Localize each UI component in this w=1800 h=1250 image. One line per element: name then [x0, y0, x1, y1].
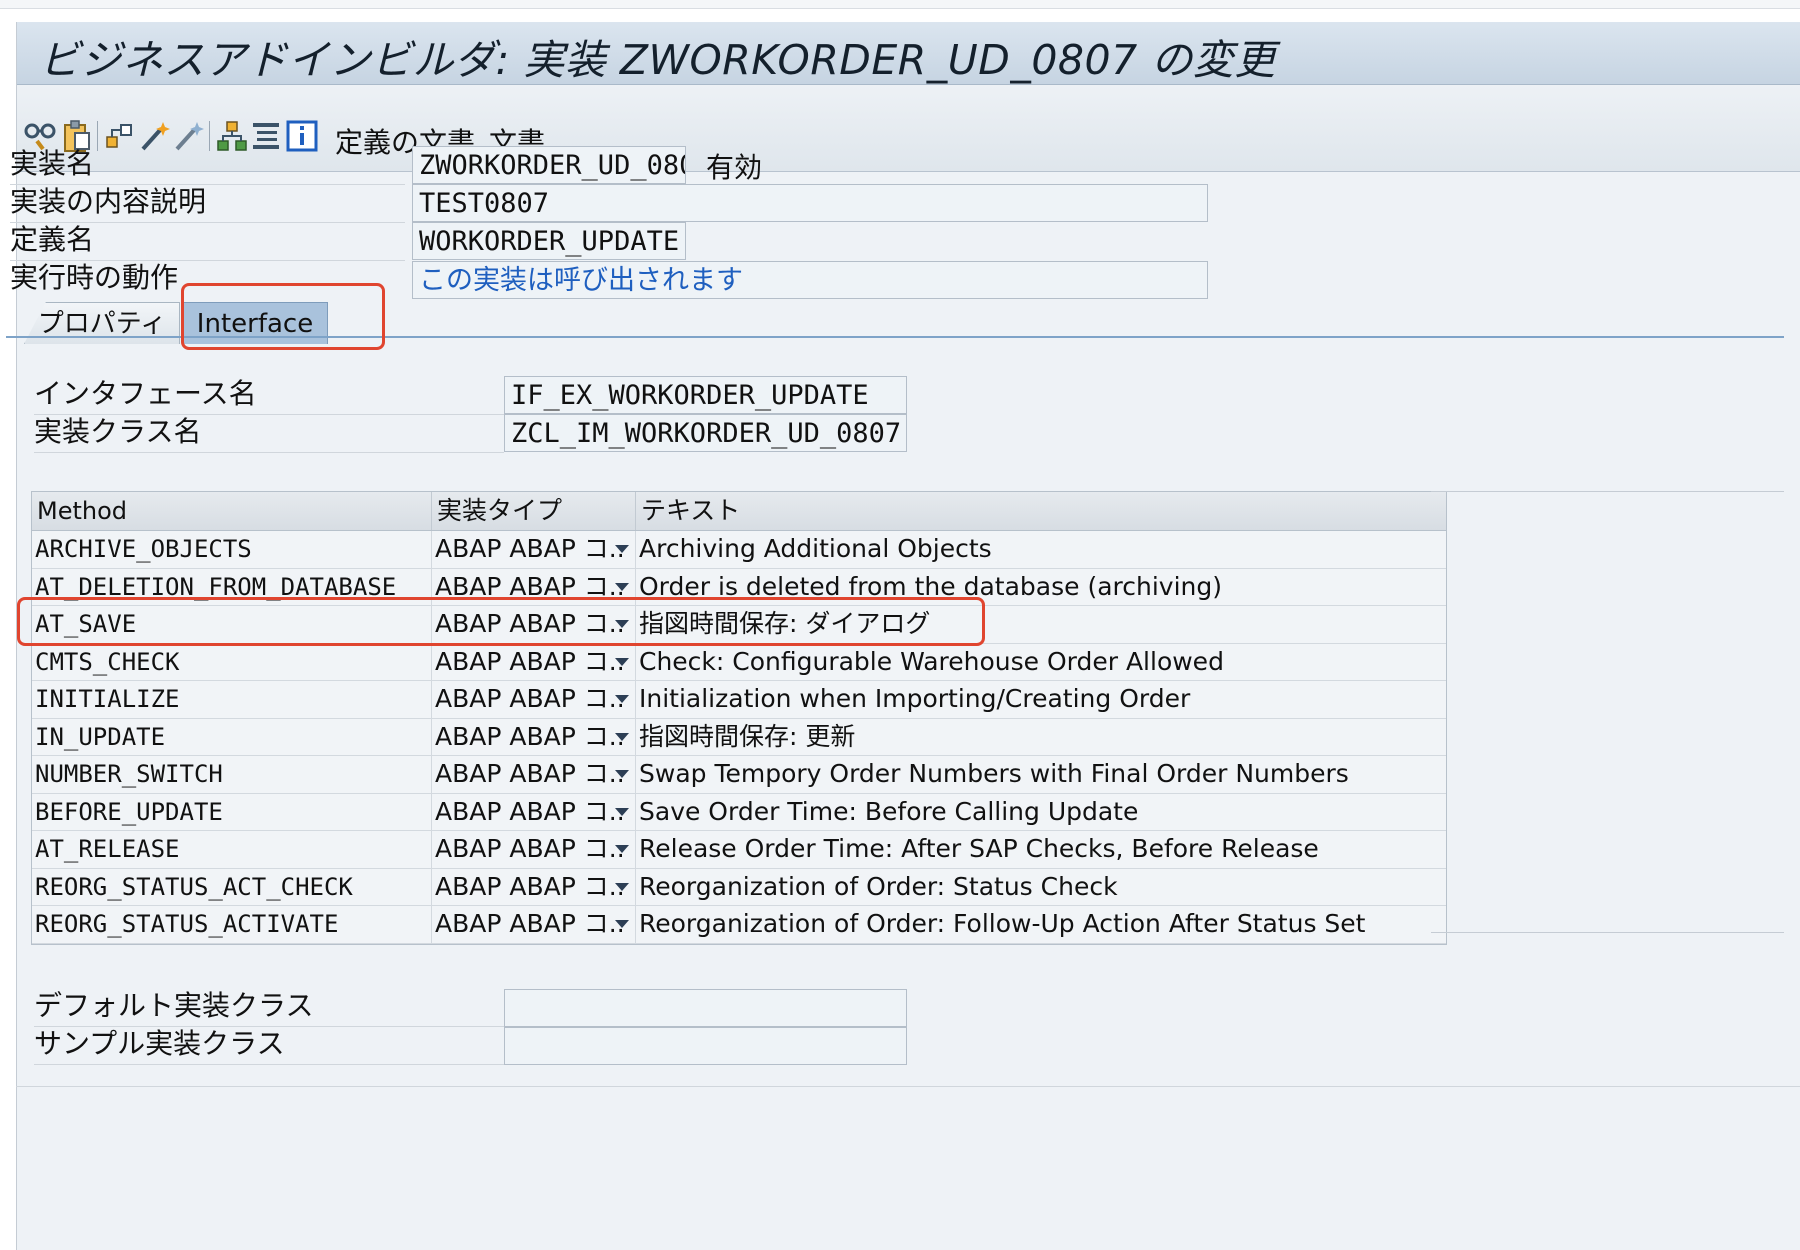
- impl-type-dropdown[interactable]: ABAP ABAP コ..: [432, 756, 636, 793]
- method-name-cell[interactable]: REORG_STATUS_ACT_CHECK: [32, 868, 432, 905]
- table-body: ARCHIVE_OBJECTS ABAP ABAP コ.. Archiving Ad…: [32, 531, 1446, 944]
- impl-class-field[interactable]: ZCL_IM_WORKORDER_UD_0807: [504, 414, 907, 452]
- runtime-label: 実行時の動作: [10, 261, 179, 294]
- table-extension-line: [1431, 932, 1784, 933]
- impl-type-value: ABAP ABAP コ..: [435, 909, 625, 938]
- dropdown-arrow-icon[interactable]: [615, 582, 629, 591]
- impl-type-dropdown[interactable]: ABAP ABAP コ..: [432, 793, 636, 830]
- title-bar: ビジネスアドインビルダ: 実装 ZWORKORDER_UD_0807 の変更: [17, 22, 1800, 85]
- table-row[interactable]: AT_SAVE ABAP ABAP コ.. 指図時間保存: ダイアログ: [32, 606, 1446, 644]
- table-row[interactable]: REORG_STATUS_ACT_CHECK ABAP ABAP コ.. Reorg…: [32, 868, 1446, 906]
- dropdown-arrow-icon[interactable]: [615, 695, 629, 703]
- method-text-cell: Order is deleted from the database (arch…: [639, 571, 1222, 601]
- method-name-cell[interactable]: CMTS_CHECK: [32, 643, 432, 680]
- table-extension-line: [1431, 491, 1784, 492]
- impl-type-value: ABAP ABAP コ..: [435, 609, 625, 638]
- dropdown-arrow-icon[interactable]: [615, 807, 629, 816]
- impl-desc-field[interactable]: TEST0807: [412, 184, 1208, 222]
- default-class-label: デフォルト実装クラス: [34, 986, 504, 1027]
- top-strip: [0, 0, 1800, 9]
- window-title: ビジネスアドインビルダ: 実装 ZWORKORDER_UD_0807 の変更: [39, 36, 1276, 84]
- dropdown-arrow-icon[interactable]: [615, 657, 629, 666]
- column-header-method[interactable]: Method: [32, 492, 432, 530]
- impl-type-dropdown[interactable]: ABAP ABAP コ..: [432, 568, 636, 605]
- table-row[interactable]: BEFORE_UPDATE ABAP ABAP コ.. Save Order Tim…: [32, 793, 1446, 831]
- dropdown-arrow-icon[interactable]: [615, 920, 629, 928]
- panel-divider: [16, 1086, 1800, 1087]
- methods-table: Method 実装タイプ テキスト ARCHIVE_OBJECTS ABAP AB…: [31, 491, 1447, 945]
- method-text-cell: Initialization when Importing/Creating O…: [639, 684, 1191, 713]
- table-row[interactable]: AT_RELEASE ABAP ABAP コ.. Release Order Tim…: [32, 831, 1446, 869]
- method-text-cell: Archiving Additional Objects: [639, 534, 992, 563]
- impl-type-value: ABAP ABAP コ..: [435, 834, 625, 863]
- impl-type-dropdown[interactable]: ABAP ABAP コ..: [432, 831, 636, 868]
- method-name-cell[interactable]: AT_RELEASE: [32, 831, 432, 868]
- def-name-field[interactable]: WORKORDER_UPDATE: [412, 222, 686, 260]
- method-name-cell[interactable]: AT_DELETION_FROM_DATABASE: [32, 568, 432, 605]
- dropdown-arrow-icon[interactable]: [615, 545, 629, 553]
- sample-class-label: サンプル実装クラス: [34, 1024, 504, 1065]
- impl-status-text: 有効: [706, 151, 763, 184]
- method-text-cell: 指図時間保存: ダイアログ: [639, 609, 931, 638]
- impl-type-value: ABAP ABAP コ..: [435, 759, 625, 788]
- table-header: Method 実装タイプ テキスト: [32, 492, 1446, 531]
- impl-type-dropdown[interactable]: ABAP ABAP コ..: [432, 868, 636, 905]
- impl-type-dropdown[interactable]: ABAP ABAP コ..: [432, 643, 636, 680]
- method-name-cell[interactable]: INITIALIZE: [32, 681, 432, 718]
- impl-type-dropdown[interactable]: ABAP ABAP コ..: [432, 681, 636, 718]
- method-text-cell: Swap Tempory Order Numbers with Final Or…: [639, 759, 1349, 788]
- method-text-cell: Reorganization of Order: Status Check: [639, 871, 1118, 901]
- impl-name-field[interactable]: ZWORKORDER_UD_0807: [412, 146, 686, 184]
- impl-type-value: ABAP ABAP コ..: [435, 721, 625, 751]
- method-name-cell[interactable]: REORG_STATUS_ACTIVATE: [32, 906, 432, 943]
- table-row[interactable]: IN_UPDATE ABAP ABAP コ.. 指図時間保存: 更新: [32, 718, 1446, 756]
- method-name-cell[interactable]: NUMBER_SWITCH: [32, 756, 432, 793]
- dropdown-arrow-icon[interactable]: [615, 882, 629, 891]
- tab-strip-line: [6, 336, 1784, 338]
- def-name-label: 定義名: [10, 220, 405, 261]
- runtime-field[interactable]: この実装は呼び出されます: [412, 261, 1208, 299]
- table-row[interactable]: AT_DELETION_FROM_DATABASE ABAP ABAP コ.. Or…: [32, 568, 1446, 606]
- table-row[interactable]: NUMBER_SWITCH ABAP ABAP コ.. Swap Tempory O…: [32, 756, 1446, 794]
- dropdown-arrow-icon[interactable]: [615, 732, 629, 741]
- dropdown-arrow-icon[interactable]: [615, 845, 629, 853]
- method-text-cell: Reorganization of Order: Follow-Up Actio…: [639, 909, 1366, 938]
- method-name-cell[interactable]: AT_SAVE: [32, 606, 432, 643]
- method-name-cell[interactable]: ARCHIVE_OBJECTS: [32, 531, 432, 568]
- method-text-cell: Save Order Time: Before Calling Update: [639, 796, 1139, 826]
- table-row[interactable]: INITIALIZE ABAP ABAP コ.. Initialization wh…: [32, 681, 1446, 719]
- interface-name-field[interactable]: IF_EX_WORKORDER_UPDATE: [504, 376, 907, 414]
- impl-type-value: ABAP ABAP コ..: [435, 571, 625, 601]
- impl-type-dropdown[interactable]: ABAP ABAP コ..: [432, 606, 636, 643]
- dropdown-arrow-icon[interactable]: [615, 770, 629, 778]
- impl-type-value: ABAP ABAP コ..: [435, 871, 625, 901]
- method-name-cell[interactable]: BEFORE_UPDATE: [32, 793, 432, 830]
- column-header-text[interactable]: テキスト: [636, 492, 1444, 530]
- table-row[interactable]: ARCHIVE_OBJECTS ABAP ABAP コ.. Archiving Ad…: [32, 531, 1446, 569]
- impl-type-dropdown[interactable]: ABAP ABAP コ..: [432, 718, 636, 755]
- method-name-cell[interactable]: IN_UPDATE: [32, 718, 432, 755]
- method-text-cell: 指図時間保存: 更新: [639, 721, 856, 751]
- impl-type-dropdown[interactable]: ABAP ABAP コ..: [432, 906, 636, 943]
- default-class-field[interactable]: [504, 989, 907, 1027]
- impl-type-value: ABAP ABAP コ..: [435, 534, 625, 563]
- interface-name-label: インタフェース名: [34, 374, 504, 415]
- column-header-impl-type[interactable]: 実装タイプ: [432, 492, 636, 530]
- table-row[interactable]: CMTS_CHECK ABAP ABAP コ.. Check: Configurab…: [32, 643, 1446, 681]
- method-text-cell: Release Order Time: After SAP Checks, Be…: [639, 834, 1319, 863]
- impl-type-value: ABAP ABAP コ..: [435, 646, 625, 676]
- method-text-cell: Check: Configurable Warehouse Order Allo…: [639, 646, 1224, 676]
- impl-class-label: 実装クラス名: [34, 412, 504, 453]
- sample-class-field[interactable]: [504, 1027, 907, 1065]
- impl-name-label: 実装名: [10, 144, 405, 185]
- impl-desc-label: 実装の内容説明: [10, 182, 405, 223]
- impl-type-value: ABAP ABAP コ..: [435, 684, 625, 713]
- table-row[interactable]: REORG_STATUS_ACTIVATE ABAP ABAP コ.. Reorga…: [32, 906, 1446, 944]
- impl-type-dropdown[interactable]: ABAP ABAP コ..: [432, 531, 636, 568]
- impl-type-value: ABAP ABAP コ..: [435, 796, 625, 826]
- dropdown-arrow-icon[interactable]: [615, 620, 629, 628]
